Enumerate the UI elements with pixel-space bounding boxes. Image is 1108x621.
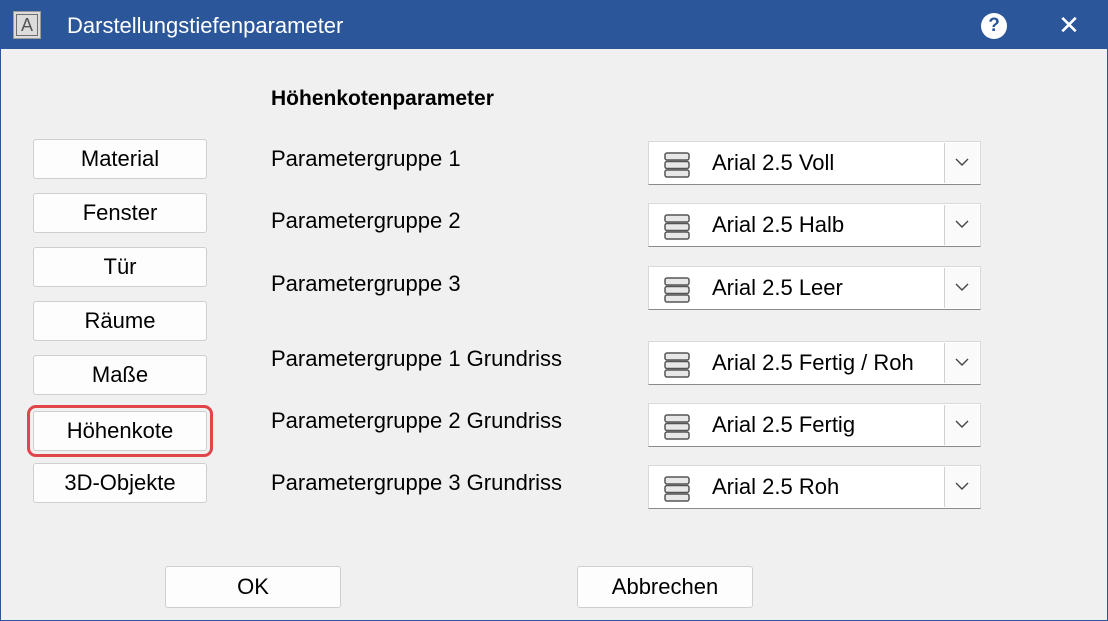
app-icon: A — [13, 11, 41, 39]
chevron-down-icon — [955, 283, 969, 291]
title-bar: A Darstellungstiefenparameter ? ✕ — [1, 1, 1107, 49]
dropdown-button[interactable] — [944, 343, 979, 383]
combo-value: Arial 2.5 Fertig / Roh — [712, 350, 914, 375]
param-combo-5[interactable]: Arial 2.5 Fertig — [648, 403, 981, 447]
chevron-down-icon — [955, 358, 969, 366]
param-label: Parametergruppe 1 Grundriss — [271, 346, 563, 371]
nav-button-3d-objekte[interactable]: 3D-Objekte — [33, 463, 207, 503]
stacked-layers-icon — [664, 152, 690, 178]
dropdown-button[interactable] — [944, 467, 979, 507]
stacked-layers-icon — [664, 476, 690, 502]
chevron-down-icon — [955, 220, 969, 228]
nav-button-raeume[interactable]: Räume — [33, 301, 207, 341]
param-combo-1[interactable]: Arial 2.5 Voll — [648, 141, 981, 185]
stacked-layers-icon — [664, 414, 690, 440]
param-label: Parametergruppe 2 Grundriss — [271, 408, 563, 433]
nav-button-masse[interactable]: Maße — [33, 355, 207, 395]
dropdown-button[interactable] — [944, 205, 979, 245]
ok-button[interactable]: OK — [165, 566, 341, 608]
window-title: Darstellungstiefenparameter — [67, 13, 344, 38]
stacked-layers-icon — [664, 277, 690, 303]
chevron-down-icon — [955, 158, 969, 166]
combo-value: Arial 2.5 Halb — [712, 212, 845, 237]
close-button[interactable]: ✕ — [1051, 9, 1087, 41]
dialog-window: A Darstellungstiefenparameter ? ✕ Höhenk… — [0, 0, 1108, 621]
nav-button-hoehenkote[interactable]: Höhenkote — [27, 405, 213, 457]
param-combo-3[interactable]: Arial 2.5 Leer — [648, 266, 981, 310]
combo-value: Arial 2.5 Fertig — [712, 412, 856, 437]
stacked-layers-icon — [664, 214, 690, 240]
close-icon: ✕ — [1058, 10, 1080, 40]
nav-button-material[interactable]: Material — [33, 139, 207, 179]
help-button[interactable]: ? — [981, 13, 1007, 39]
param-label: Parametergruppe 1 — [271, 146, 461, 171]
help-icon: ? — [988, 15, 1000, 36]
param-combo-6[interactable]: Arial 2.5 Roh — [648, 465, 981, 509]
param-label: Parametergruppe 3 — [271, 271, 461, 296]
dropdown-button[interactable] — [944, 143, 979, 183]
nav-button-fenster[interactable]: Fenster — [33, 193, 207, 233]
stacked-layers-icon — [664, 352, 690, 378]
param-combo-2[interactable]: Arial 2.5 Halb — [648, 203, 981, 247]
section-title: Höhenkotenparameter — [271, 87, 494, 110]
param-combo-4[interactable]: Arial 2.5 Fertig / Roh — [648, 341, 981, 385]
dropdown-button[interactable] — [944, 405, 979, 445]
dropdown-button[interactable] — [944, 268, 979, 308]
nav-button-tuer[interactable]: Tür — [33, 247, 207, 287]
combo-value: Arial 2.5 Voll — [712, 150, 835, 175]
chevron-down-icon — [955, 420, 969, 428]
param-label: Parametergruppe 3 Grundriss — [271, 470, 563, 495]
combo-value: Arial 2.5 Roh — [712, 474, 840, 499]
param-label: Parametergruppe 2 — [271, 208, 461, 233]
chevron-down-icon — [955, 482, 969, 490]
app-icon-frame — [16, 14, 38, 36]
cancel-button[interactable]: Abbrechen — [577, 566, 753, 608]
combo-value: Arial 2.5 Leer — [712, 275, 843, 300]
